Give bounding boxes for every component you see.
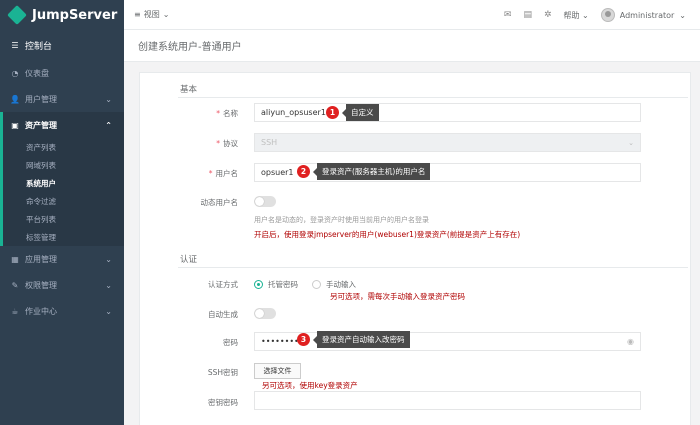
chevron-down-icon: ⌄ bbox=[105, 280, 112, 290]
choose-file-button[interactable]: 选择文件 bbox=[254, 363, 301, 379]
protocol-select: SSH ⌄ bbox=[254, 133, 641, 152]
chevron-down-icon: ⌄ bbox=[105, 94, 112, 104]
annotation-callout-3: 登录资产自动输入改密码 bbox=[313, 331, 410, 348]
submenu-item-command-filter[interactable]: 命令过滤 bbox=[3, 192, 124, 210]
protocol-value: SSH bbox=[261, 138, 278, 147]
radio-managed[interactable] bbox=[254, 280, 263, 289]
annotation-badge-3: 3 bbox=[297, 333, 310, 346]
view-toggle[interactable]: ≡ 视图 ⌄ bbox=[134, 9, 169, 20]
annotation-callout-2: 登录资产(服务器主机)的用户名 bbox=[312, 163, 431, 180]
submenu-item-domain-list[interactable]: 网域列表 bbox=[3, 156, 124, 174]
section-title-basic: 基本 bbox=[180, 85, 198, 95]
password-label: 密码 bbox=[223, 338, 238, 347]
chevron-down-icon: ⌄ bbox=[679, 10, 686, 20]
auth-option-manual-label: 手动输入 bbox=[326, 280, 356, 289]
annotation-callout-1: 自定义 bbox=[342, 104, 379, 121]
user-name: Administrator bbox=[619, 10, 675, 20]
sidebar: JumpServer ☰ 控制台 ◔ 仪表盘 👤 用户管理 ⌄ ▣ 资产管理 ⌃… bbox=[0, 0, 124, 425]
sidebar-item-assets[interactable]: ▣ 资产管理 ⌃ bbox=[0, 112, 124, 138]
inbox-icon: ▣ bbox=[11, 120, 19, 130]
name-value: aliyun_opsuser1 bbox=[261, 108, 326, 117]
form-panel: 基本 * 名称 aliyun_opsuser1 * 协议 SSH ⌄ * 用户名 ops… bbox=[139, 72, 691, 425]
mail-icon[interactable]: ✉ bbox=[504, 10, 512, 20]
help-label: 帮助 bbox=[563, 10, 580, 20]
chevron-down-icon: ⌄ bbox=[105, 306, 112, 316]
key-password-label: 密钥密码 bbox=[208, 398, 238, 407]
key-password-input[interactable] bbox=[254, 391, 641, 410]
console-icon: ☰ bbox=[11, 40, 19, 50]
asset-submenu: 资产列表 网域列表 系统用户 命令过滤 平台列表 标签管理 bbox=[0, 138, 124, 246]
page-title: 创建系统用户-普通用户 bbox=[124, 30, 700, 62]
jumpserver-logo-icon bbox=[7, 5, 27, 25]
sidebar-item-label: 用户管理 bbox=[25, 94, 57, 104]
sidebar-item-label: 仪表盘 bbox=[25, 68, 49, 78]
document-icon[interactable]: ▤ bbox=[523, 10, 532, 20]
help-menu[interactable]: 帮助 ⌄ bbox=[564, 10, 589, 21]
sidebar-item-console[interactable]: ☰ 控制台 bbox=[0, 30, 124, 60]
name-input[interactable]: aliyun_opsuser1 bbox=[254, 103, 641, 122]
submenu-item-system-users[interactable]: 系统用户 bbox=[3, 174, 124, 192]
chevron-down-icon: ⌄ bbox=[628, 138, 634, 147]
app-name: JumpServer bbox=[32, 7, 118, 23]
auth-option-manual[interactable]: 手动输入 bbox=[312, 279, 356, 290]
sidebar-item-apps[interactable]: ▦ 应用管理 ⌄ bbox=[0, 246, 124, 272]
edit-icon: ✎ bbox=[11, 280, 19, 290]
submenu-item-label-management[interactable]: 标签管理 bbox=[3, 228, 124, 246]
sidebar-item-label: 控制台 bbox=[25, 41, 53, 52]
coffee-icon: ☕ bbox=[11, 306, 19, 316]
protocol-label: * 协议 bbox=[216, 139, 238, 148]
auto-generate-label: 自动生成 bbox=[208, 310, 238, 319]
chevron-up-icon: ⌃ bbox=[105, 120, 112, 130]
sidebar-item-dashboard[interactable]: ◔ 仪表盘 bbox=[0, 60, 124, 86]
sidebar-item-label: 资产管理 bbox=[25, 120, 57, 130]
sidebar-item-permissions[interactable]: ✎ 权限管理 ⌄ bbox=[0, 272, 124, 298]
annotation-note-ssh: 另可选项，使用key登录资产 bbox=[262, 381, 358, 390]
user-menu[interactable]: Administrator ⌄ bbox=[600, 8, 686, 22]
submenu-item-asset-list[interactable]: 资产列表 bbox=[3, 138, 124, 156]
section-title-auth: 认证 bbox=[180, 255, 198, 265]
dynamic-username-label: 动态用户名 bbox=[200, 198, 239, 207]
annotation-badge-1: 1 bbox=[326, 106, 339, 119]
radio-manual[interactable] bbox=[312, 280, 321, 289]
annotation-note-dynamic: 开启后，使用登录jmpserver的用户(webuser1)登录资产(前提是资产… bbox=[254, 230, 521, 239]
dashboard-icon: ◔ bbox=[11, 68, 19, 78]
annotation-note-manual: 另可选项，需每次手动输入登录资产密码 bbox=[330, 292, 465, 301]
avatar bbox=[600, 8, 615, 22]
menu-icon: ≡ bbox=[134, 10, 141, 19]
auth-option-managed[interactable]: 托管密码 bbox=[254, 279, 298, 290]
username-value: opsuer1 bbox=[261, 168, 294, 177]
name-label: * 名称 bbox=[216, 109, 238, 118]
topbar-right: ✉ ▤ ✲ 帮助 ⌄ Administrator ⌄ bbox=[504, 0, 686, 30]
sidebar-item-users[interactable]: 👤 用户管理 ⌄ bbox=[0, 86, 124, 112]
chevron-down-icon: ⌄ bbox=[105, 254, 112, 264]
users-icon: 👤 bbox=[10, 94, 20, 104]
eye-icon[interactable]: ◉ bbox=[627, 337, 634, 346]
sidebar-item-label: 作业中心 bbox=[25, 306, 57, 316]
auth-method-label: 认证方式 bbox=[208, 280, 238, 289]
sidebar-item-label: 权限管理 bbox=[25, 280, 57, 290]
password-value: •••••••• bbox=[261, 337, 299, 346]
sidebar-item-jobs[interactable]: ☕ 作业中心 ⌄ bbox=[0, 298, 124, 324]
username-label: * 用户名 bbox=[208, 169, 238, 178]
divider bbox=[178, 267, 688, 268]
logo[interactable]: JumpServer bbox=[0, 0, 124, 30]
dynamic-username-toggle[interactable] bbox=[254, 196, 276, 207]
chevron-down-icon: ⌄ bbox=[162, 10, 170, 19]
apps-icon: ▦ bbox=[11, 254, 19, 264]
view-label: 视图 bbox=[143, 10, 160, 19]
annotation-badge-2: 2 bbox=[297, 165, 310, 178]
topbar: ≡ 视图 ⌄ ✉ ▤ ✲ 帮助 ⌄ Administrator ⌄ bbox=[124, 0, 700, 30]
submenu-item-platform-list[interactable]: 平台列表 bbox=[3, 210, 124, 228]
auth-option-managed-label: 托管密码 bbox=[268, 280, 298, 289]
settings-icon[interactable]: ✲ bbox=[544, 10, 552, 20]
auto-generate-toggle[interactable] bbox=[254, 308, 276, 319]
sidebar-item-label: 应用管理 bbox=[25, 254, 57, 264]
divider bbox=[178, 97, 688, 98]
ssh-key-label: SSH密钥 bbox=[207, 368, 238, 377]
dynamic-username-help: 用户名是动态的，登录资产时使用当前用户的用户名登录 bbox=[254, 216, 429, 224]
